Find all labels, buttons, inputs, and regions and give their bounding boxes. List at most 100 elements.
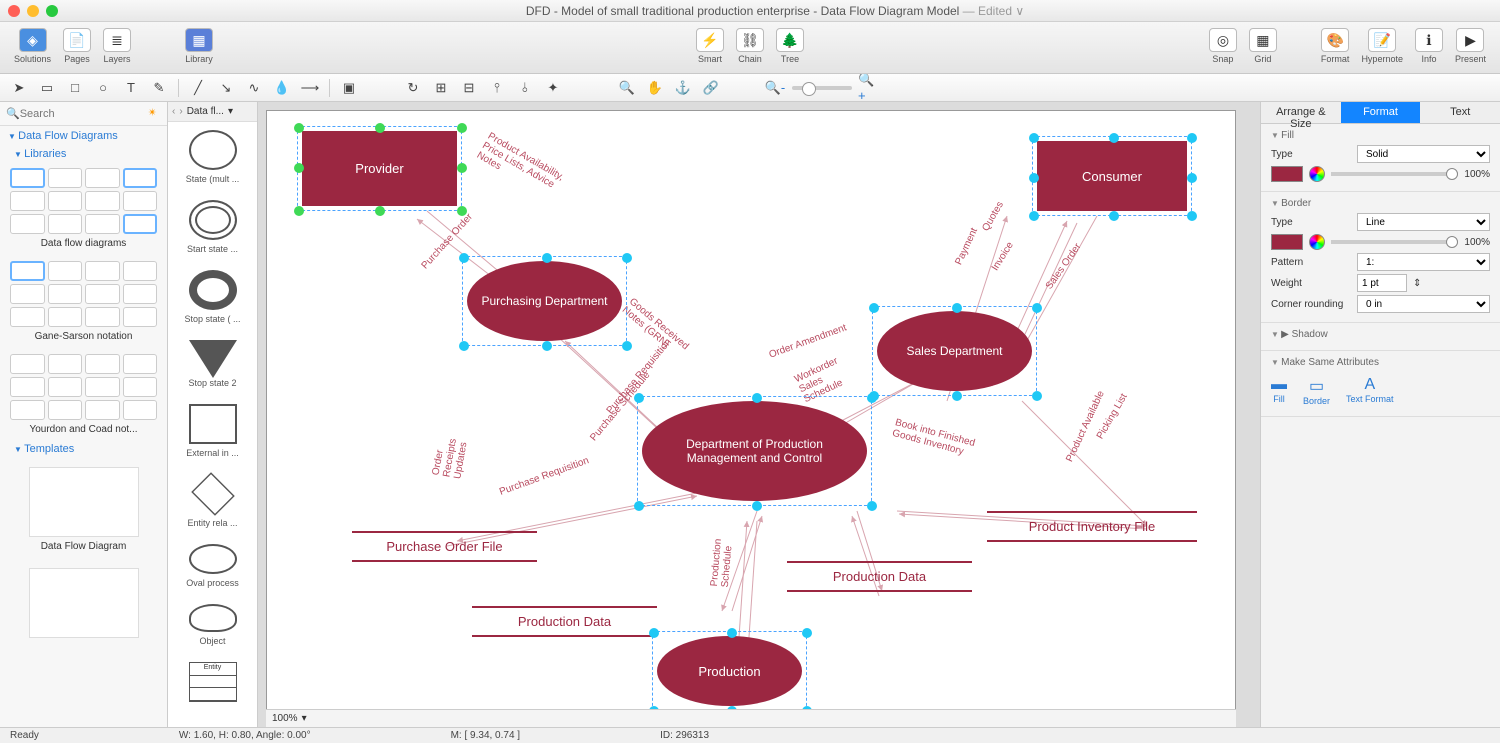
- border-color-swatch[interactable]: [1271, 234, 1303, 250]
- border-color-wheel[interactable]: [1309, 234, 1325, 250]
- library-search[interactable]: 🔍 ✴: [0, 102, 167, 126]
- connector-tool[interactable]: ⟶: [299, 78, 321, 98]
- curve-tool[interactable]: ∿: [243, 78, 265, 98]
- border-weight-input[interactable]: [1357, 274, 1407, 292]
- left-panel: 🔍 ✴ Data Flow Diagrams Libraries Data fl…: [0, 102, 168, 727]
- fill-type-select[interactable]: Solid: [1357, 145, 1490, 163]
- compass-icon[interactable]: ✴: [148, 106, 161, 122]
- anchor-tool[interactable]: ⚓: [672, 78, 694, 98]
- shape-object[interactable]: Object: [168, 596, 257, 654]
- pointer-tool[interactable]: ➤: [8, 78, 30, 98]
- shape-stop-state-2[interactable]: Stop state 2: [168, 332, 257, 396]
- section-shadow: ▶ Shadow: [1261, 323, 1500, 351]
- search-input[interactable]: [20, 108, 148, 120]
- chevron-down-icon[interactable]: ▾: [228, 106, 233, 117]
- shape-oval-process[interactable]: Oval process: [168, 536, 257, 596]
- eyedropper-tool[interactable]: 💧: [271, 78, 293, 98]
- ellipse-tool[interactable]: ○: [92, 78, 114, 98]
- format-button[interactable]: 🎨Format: [1317, 26, 1354, 66]
- group-tool[interactable]: ⊞: [430, 78, 452, 98]
- close-window-button[interactable]: [8, 5, 20, 17]
- tree-templates[interactable]: Templates: [0, 441, 167, 457]
- lib-gane-sarson[interactable]: Gane-Sarson notation: [0, 255, 167, 348]
- lib-yourdon-coad[interactable]: Yourdon and Coad not...: [0, 348, 167, 441]
- shape-state[interactable]: State (mult ...: [168, 122, 257, 192]
- distribute-tool[interactable]: ⫰: [514, 78, 536, 98]
- pen-tool[interactable]: ✎: [148, 78, 170, 98]
- text-tool[interactable]: T: [120, 78, 142, 98]
- fill-type-label: Type: [1271, 149, 1351, 160]
- border-type-select[interactable]: Line: [1357, 213, 1490, 231]
- align-tool[interactable]: ⫯: [486, 78, 508, 98]
- zoom-dropdown-icon[interactable]: ▾: [302, 713, 307, 724]
- shape-nav-back[interactable]: ‹: [172, 106, 175, 117]
- ds-purchase-order-file[interactable]: Purchase Order File: [352, 531, 537, 562]
- pages-button[interactable]: 📄Pages: [59, 26, 95, 66]
- template-dfd[interactable]: Data Flow Diagram: [0, 457, 167, 558]
- same-attr-header[interactable]: Make Same Attributes: [1271, 357, 1490, 368]
- ds-production-data-1[interactable]: Production Data: [472, 606, 657, 637]
- shape-start-state[interactable]: Start state ...: [168, 192, 257, 262]
- rotate-tool[interactable]: ↻: [402, 78, 424, 98]
- border-opacity-slider[interactable]: [1331, 240, 1458, 244]
- canvas[interactable]: Provider Consumer Purchasing Department …: [266, 110, 1236, 710]
- tree-dfd-root[interactable]: Data Flow Diagrams: [0, 126, 167, 146]
- magic-tool[interactable]: ✦: [542, 78, 564, 98]
- tab-text[interactable]: Text: [1420, 102, 1500, 124]
- weight-stepper[interactable]: ⇕: [1413, 278, 1421, 289]
- fill-opacity-slider[interactable]: [1331, 172, 1458, 176]
- tree-button[interactable]: 🌲Tree: [772, 26, 808, 66]
- same-fill-button[interactable]: ▬Fill: [1271, 376, 1287, 406]
- fill-color-swatch[interactable]: [1271, 166, 1303, 182]
- template-dfd-2[interactable]: [0, 558, 167, 648]
- present-button[interactable]: ▶Present: [1451, 26, 1490, 66]
- minimize-window-button[interactable]: [27, 5, 39, 17]
- zoom-out-button[interactable]: 🔍-: [764, 78, 786, 98]
- zoom-tool[interactable]: 🔍: [616, 78, 638, 98]
- tab-format[interactable]: Format: [1341, 102, 1421, 124]
- info-button[interactable]: ℹInfo: [1411, 26, 1447, 66]
- same-border-button[interactable]: ▭Border: [1303, 376, 1330, 406]
- layers-button[interactable]: ≣Layers: [99, 26, 135, 66]
- selection-prodmgmt: [637, 396, 872, 506]
- shadow-header[interactable]: ▶ Shadow: [1271, 329, 1490, 340]
- shape-external[interactable]: External in ...: [168, 396, 257, 466]
- library-button[interactable]: ▦Library: [181, 26, 217, 66]
- zoom-value[interactable]: 100%: [272, 713, 298, 724]
- selection-sales: [872, 306, 1037, 396]
- tree-libraries[interactable]: Libraries: [0, 146, 167, 162]
- flow-availability: Product Availability, Price Lists, Advic…: [475, 131, 569, 205]
- zoom-window-button[interactable]: [46, 5, 58, 17]
- select-tool[interactable]: ▭: [36, 78, 58, 98]
- link-tool[interactable]: 🔗: [700, 78, 722, 98]
- chain-button[interactable]: ⛓Chain: [732, 26, 768, 66]
- snap-button[interactable]: ◎Snap: [1205, 26, 1241, 66]
- fill-color-wheel[interactable]: [1309, 166, 1325, 182]
- corner-rounding-label: Corner rounding: [1271, 299, 1351, 310]
- corner-rounding-select[interactable]: 0 in: [1357, 295, 1490, 313]
- hand-tool[interactable]: ✋: [644, 78, 666, 98]
- rect-tool[interactable]: □: [64, 78, 86, 98]
- ds-production-data-2[interactable]: Production Data: [787, 561, 972, 592]
- stamp-tool[interactable]: ▣: [338, 78, 360, 98]
- border-header[interactable]: Border: [1271, 198, 1490, 209]
- shape-stop-state[interactable]: Stop state ( ...: [168, 262, 257, 332]
- arrow-tool[interactable]: ↘: [215, 78, 237, 98]
- shape-nav-fwd[interactable]: ›: [179, 106, 182, 117]
- shape-entity-table[interactable]: Entity: [168, 654, 257, 714]
- tab-arrange[interactable]: Arrange & Size: [1261, 102, 1341, 124]
- grid-button[interactable]: ▦Grid: [1245, 26, 1281, 66]
- zoom-slider[interactable]: [792, 86, 852, 90]
- lib-dfd[interactable]: Data flow diagrams: [0, 162, 167, 255]
- fill-header[interactable]: Fill: [1271, 130, 1490, 141]
- line-tool[interactable]: ╱: [187, 78, 209, 98]
- hypernote-button[interactable]: 📝Hypernote: [1357, 26, 1407, 66]
- shape-entity-rel[interactable]: Entity rela ...: [168, 466, 257, 536]
- ungroup-tool[interactable]: ⊟: [458, 78, 480, 98]
- border-pattern-select[interactable]: 1:: [1357, 253, 1490, 271]
- ds-product-inventory-file[interactable]: Product Inventory File: [987, 511, 1197, 542]
- solutions-button[interactable]: ◈Solutions: [10, 26, 55, 66]
- same-text-button[interactable]: AText Format: [1346, 376, 1394, 406]
- smart-button[interactable]: ⚡Smart: [692, 26, 728, 66]
- zoom-in-button[interactable]: 🔍+: [858, 78, 880, 98]
